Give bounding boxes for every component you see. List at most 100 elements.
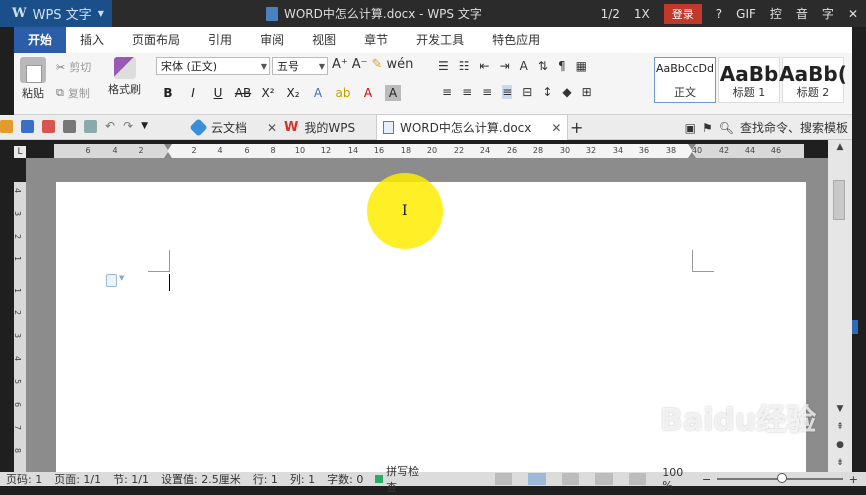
horizontal-ruler[interactable]: 6 4 2 2 4 6 8 10 12 14 16 18 20 22 24 26… <box>54 144 804 158</box>
numbered-list-icon[interactable]: ☷ <box>459 59 470 73</box>
tab-my-wps[interactable]: W 我的WPS ✕ <box>278 115 391 140</box>
status-words[interactable]: 字数: 0 <box>321 471 369 487</box>
scroll-up-icon[interactable]: ▲ <box>832 140 848 154</box>
task-pane-toggle[interactable] <box>852 320 858 334</box>
style-heading-1[interactable]: AaBb 标题 1 <box>718 57 780 103</box>
clear-format-icon[interactable]: ✎ <box>372 57 383 72</box>
left-indent-marker[interactable] <box>164 144 172 158</box>
tab-references[interactable]: 引用 <box>194 27 246 53</box>
superscript-icon[interactable]: X² <box>260 85 276 101</box>
shrink-font-button[interactable]: A⁻ <box>352 57 368 72</box>
close-icon[interactable]: ✕ <box>848 7 858 21</box>
zoom-in-icon[interactable]: + <box>849 473 858 486</box>
decrease-indent-icon[interactable]: ⇤ <box>480 59 490 73</box>
grow-font-button[interactable]: A⁺ <box>332 57 348 72</box>
login-button[interactable]: 登录 <box>663 3 702 24</box>
distribute-icon[interactable]: ⊟ <box>522 85 532 99</box>
copy-button[interactable]: ⧉ 复制 <box>56 85 90 101</box>
table-icon[interactable]: ▦ <box>576 59 587 73</box>
print-icon[interactable] <box>63 119 76 133</box>
zoom-level[interactable]: 100 % <box>662 466 696 492</box>
comment-icon[interactable]: ▣ <box>685 121 696 135</box>
char-shading-icon[interactable]: A <box>385 85 401 101</box>
audio-button[interactable]: 音 <box>796 5 808 22</box>
zoom-slider-thumb[interactable] <box>777 473 788 483</box>
paragraph-layout-button[interactable]: ▼ <box>106 274 124 287</box>
scroll-down-icon[interactable]: ▼ <box>832 402 848 416</box>
control-button[interactable]: 控 <box>770 5 782 22</box>
show-marks-icon[interactable]: ¶ <box>558 59 566 73</box>
change-case-icon[interactable]: A <box>520 59 528 73</box>
underline-icon[interactable]: U <box>210 85 226 101</box>
flag-icon[interactable]: ⚑ <box>702 121 713 135</box>
paste-button[interactable]: 粘贴 <box>20 57 46 101</box>
cut-button[interactable]: ✂ 剪切 <box>56 59 91 75</box>
strikethrough-icon[interactable]: AB <box>235 85 251 101</box>
sort-icon[interactable]: ⇅ <box>538 59 548 73</box>
page-view-button[interactable] <box>528 473 546 485</box>
select-browse-icon[interactable]: ● <box>832 438 848 452</box>
vertical-scrollbar[interactable]: ▲ ▼ ⇞ ● ⇟ <box>828 140 852 472</box>
shading-icon[interactable]: ◆ <box>562 85 571 99</box>
help-icon[interactable]: ? <box>716 7 722 21</box>
tab-current-document[interactable]: WORD中怎么计算.docx ✕ <box>376 115 569 140</box>
highlight-icon[interactable]: ab <box>335 85 351 101</box>
speed-indicator[interactable]: 1X <box>634 7 650 21</box>
subtitle-button[interactable]: 字 <box>822 5 834 22</box>
subscript-icon[interactable]: X₂ <box>285 85 301 101</box>
style-heading-2[interactable]: AaBb( 标题 2 <box>779 57 847 103</box>
align-center-icon[interactable]: ≡ <box>462 85 472 99</box>
bold-icon[interactable]: B <box>160 85 176 101</box>
web-view-button[interactable] <box>595 473 613 485</box>
vertical-ruler[interactable]: 4 3 2 1 1 2 3 4 5 6 7 8 <box>13 182 26 472</box>
font-name-select[interactable]: 宋体 (正文) ▼ <box>156 57 270 75</box>
phonetic-icon[interactable]: wén <box>386 57 413 72</box>
close-tab-icon[interactable]: ✕ <box>267 121 277 135</box>
align-left-icon[interactable]: ≡ <box>442 85 452 99</box>
export-pdf-icon[interactable] <box>42 119 55 133</box>
command-search[interactable]: ▣ ⚑ 🔍︎ 查找命令、搜索模板 <box>685 119 848 136</box>
tab-insert[interactable]: 插入 <box>66 27 118 53</box>
tab-view[interactable]: 视图 <box>298 27 350 53</box>
undo-icon[interactable]: ↶ <box>105 119 115 133</box>
zoom-slider[interactable] <box>717 473 843 483</box>
tab-page-layout[interactable]: 页面布局 <box>118 27 194 53</box>
text-cursor-icon: I <box>402 203 408 219</box>
gif-button[interactable]: GIF <box>736 7 756 21</box>
tab-review[interactable]: 审阅 <box>246 27 298 53</box>
tab-chapter[interactable]: 章节 <box>350 27 402 53</box>
spell-check-toggle[interactable]: 拼写检查 <box>369 463 434 495</box>
outline-view-button[interactable] <box>561 473 580 485</box>
justify-icon[interactable]: ≡ <box>502 85 513 99</box>
right-indent-marker[interactable] <box>688 144 696 158</box>
prev-page-icon[interactable]: ⇞ <box>832 420 848 434</box>
close-tab-icon[interactable]: ✕ <box>551 121 561 135</box>
borders-icon[interactable]: ⊞ <box>582 85 592 99</box>
tab-home[interactable]: 开始 <box>14 27 67 53</box>
tab-stop-selector[interactable]: L <box>14 146 26 158</box>
italic-icon[interactable]: I <box>185 85 201 101</box>
font-size-select[interactable]: 五号 ▼ <box>272 57 328 75</box>
zoom-out-icon[interactable]: − <box>702 473 711 486</box>
bullet-list-icon[interactable]: ☰ <box>438 59 449 73</box>
tab-developer[interactable]: 开发工具 <box>402 27 478 53</box>
redo-icon[interactable]: ↷ <box>123 119 133 133</box>
fullscreen-view-button[interactable] <box>494 473 513 485</box>
print-preview-icon[interactable] <box>84 119 97 133</box>
line-spacing-icon[interactable]: ↕ <box>542 85 552 99</box>
align-right-icon[interactable]: ≡ <box>482 85 492 99</box>
format-painter-button[interactable]: 格式刷 <box>108 57 141 97</box>
tab-features[interactable]: 特色应用 <box>478 27 554 53</box>
eye-protection-button[interactable] <box>628 473 647 485</box>
font-color-icon[interactable]: A <box>360 85 376 101</box>
app-menu-button[interactable]: W WPS 文字 ▼ <box>0 0 112 27</box>
tab-cloud-docs[interactable]: 云文档 ✕ <box>186 115 283 140</box>
open-folder-icon[interactable] <box>0 119 13 133</box>
increase-indent-icon[interactable]: ⇥ <box>500 59 510 73</box>
text-effect-icon[interactable]: A <box>310 85 326 101</box>
style-normal[interactable]: AaBbCcDd 正文 <box>654 57 716 103</box>
scrollbar-thumb[interactable] <box>833 180 845 220</box>
new-tab-button[interactable]: + <box>564 115 589 140</box>
customize-dropdown-icon[interactable]: ▼ <box>141 121 148 131</box>
save-icon[interactable] <box>21 119 34 133</box>
